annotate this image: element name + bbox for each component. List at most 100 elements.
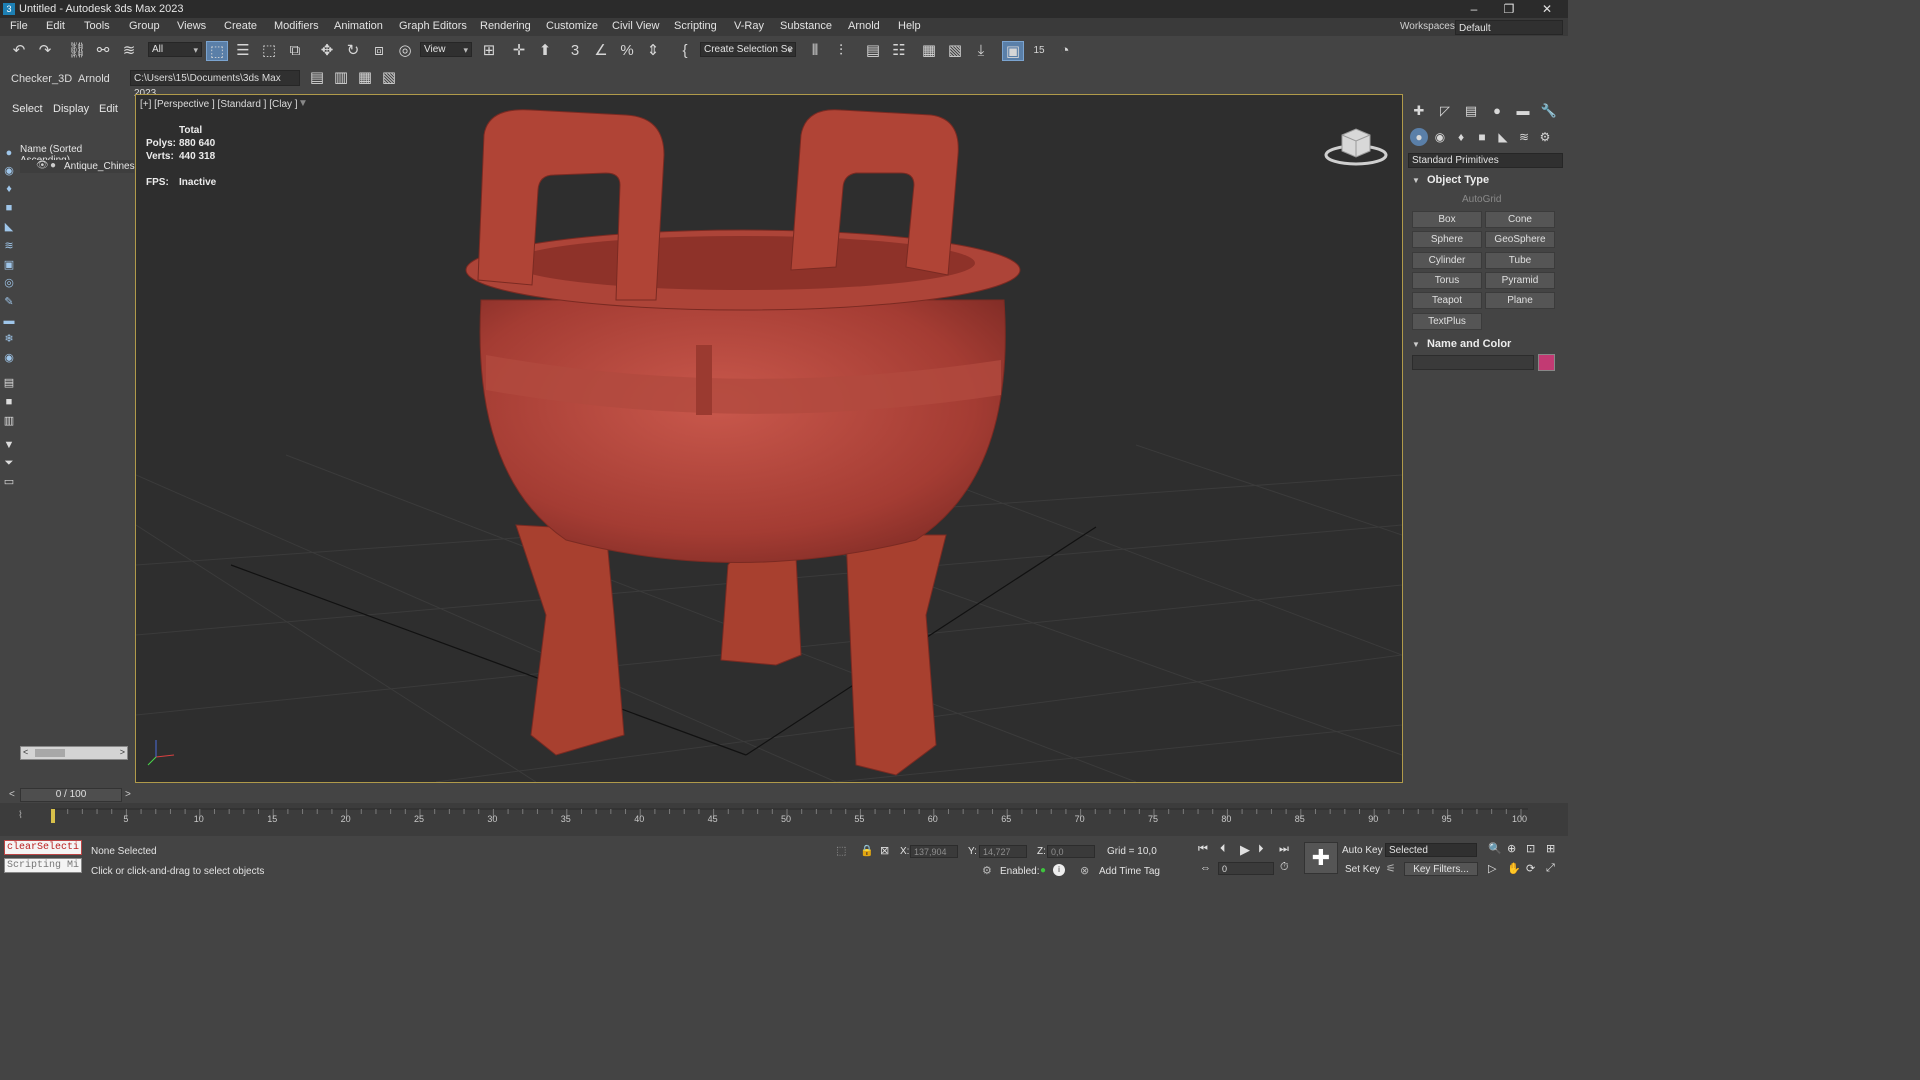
key-filter-icon[interactable]: ⚟	[1386, 862, 1396, 875]
shapes-category-icon[interactable]: ◉	[1431, 128, 1449, 146]
previous-frame-icon[interactable]: ⏴	[1220, 843, 1226, 856]
lights-category-icon[interactable]: ♦	[1452, 128, 1470, 146]
go-to-start-icon[interactable]: ⏮	[1198, 843, 1208, 856]
menu-edit[interactable]: Edit	[46, 20, 65, 32]
tube-button[interactable]: Tube	[1485, 252, 1555, 269]
torus-button[interactable]: Torus	[1412, 272, 1482, 289]
box-button[interactable]: Box	[1412, 211, 1482, 228]
pivot-center-icon[interactable]: ⊞	[478, 41, 500, 61]
filter-groups-icon[interactable]: ▣	[2, 258, 16, 272]
filter-helpers-icon[interactable]: ◣	[2, 220, 16, 234]
hierarchy-tab-icon[interactable]: ▤	[1462, 102, 1480, 120]
object-name-field[interactable]	[1412, 355, 1534, 370]
primitive-category-dropdown[interactable]: Standard Primitives	[1408, 153, 1563, 168]
menu-vray[interactable]: V-Ray	[734, 20, 764, 32]
create-tab-icon[interactable]: ✚	[1410, 102, 1428, 120]
sphere-button[interactable]: Sphere	[1412, 231, 1482, 248]
time-next-icon[interactable]: >	[125, 789, 131, 800]
enabled-dot-icon[interactable]: ●	[1040, 865, 1046, 876]
teapot-button[interactable]: Teapot	[1412, 292, 1482, 309]
visibility-eye-icon[interactable]: 👁	[36, 160, 49, 171]
info-icon[interactable]: i	[1053, 864, 1065, 876]
display-tab-icon[interactable]: ▬	[1514, 102, 1532, 120]
explorer-tab-display[interactable]: Display	[53, 103, 89, 115]
menu-tools[interactable]: Tools	[84, 20, 110, 32]
rectangular-selection-icon[interactable]: ⬚	[258, 41, 280, 61]
display-children-icon[interactable]: ▤	[2, 376, 16, 390]
absolute-mode-icon[interactable]: ⊠	[880, 844, 889, 857]
explorer-row[interactable]: 👁 ● Antique_Chinese	[20, 160, 140, 173]
scroll-thumb[interactable]	[35, 749, 65, 757]
spinner-snap-icon[interactable]: ⇕	[642, 41, 664, 61]
explorer-tab-select[interactable]: Select	[12, 103, 43, 115]
pyramid-button[interactable]: Pyramid	[1485, 272, 1555, 289]
zoom-icon[interactable]: 🔍	[1488, 842, 1502, 855]
project-path-dropdown[interactable]: C:\Users\15\Documents\3ds Max 2023	[130, 70, 300, 99]
window-crossing-icon[interactable]: ⧉	[284, 41, 306, 61]
bind-spacewarp-icon[interactable]: ≋	[118, 41, 140, 61]
rotate-icon[interactable]: ↻	[342, 41, 364, 61]
cylinder-button[interactable]: Cylinder	[1412, 252, 1482, 269]
menu-graph-editors[interactable]: Graph Editors	[399, 20, 467, 32]
filter-spacewarps-icon[interactable]: ≋	[2, 239, 16, 253]
filter-xrefs-icon[interactable]: ◎	[2, 276, 16, 290]
utilities-tab-icon[interactable]: 🔧	[1540, 102, 1558, 120]
explorer-horizontal-scrollbar[interactable]: < >	[20, 746, 128, 760]
menu-modifiers[interactable]: Modifiers	[274, 20, 319, 32]
placement-icon[interactable]: ◎	[394, 41, 416, 61]
menu-group[interactable]: Group	[129, 20, 160, 32]
filter-containers-icon[interactable]: ▬	[2, 314, 16, 328]
textplus-button[interactable]: TextPlus	[1412, 313, 1482, 330]
unlink-icon[interactable]: ⚯	[92, 41, 114, 61]
explorer-item-name[interactable]: Antique_Chinese	[64, 161, 140, 172]
object-color-swatch[interactable]	[1538, 354, 1555, 371]
display-references-icon[interactable]: ▥	[2, 414, 16, 428]
menu-customize[interactable]: Customize	[546, 20, 598, 32]
scale-icon[interactable]: ⧈	[368, 41, 390, 61]
cone-button[interactable]: Cone	[1485, 211, 1555, 228]
go-to-end-icon[interactable]: ⏭	[1279, 843, 1289, 856]
filter-funnel-icon[interactable]: ▼	[2, 438, 16, 452]
helpers-category-icon[interactable]: ◣	[1494, 128, 1512, 146]
restore-icon[interactable]: ❐	[1494, 1, 1524, 17]
menu-views[interactable]: Views	[177, 20, 206, 32]
render-frame-icon[interactable]: ◔	[1054, 41, 1076, 61]
mini-curve-editor-icon[interactable]: ⌇	[18, 810, 23, 821]
menu-rendering[interactable]: Rendering	[480, 20, 531, 32]
explorer-column-header[interactable]: Name (Sorted Ascending)	[20, 144, 132, 166]
autogrid-checkbox[interactable]: AutoGrid	[1462, 194, 1501, 205]
y-coordinate-field[interactable]: 14,727	[979, 845, 1027, 858]
toggle-ribbon-icon[interactable]: ▦	[918, 41, 940, 61]
key-mode-dropdown[interactable]: Selected	[1385, 843, 1477, 857]
reference-coordinate-dropdown[interactable]: View	[420, 42, 472, 57]
filter-shapes-icon[interactable]: ◉	[2, 164, 16, 178]
schematic-view-icon[interactable]: ⤓	[970, 41, 992, 61]
toggle-scene-explorer-icon[interactable]: ▤	[862, 41, 884, 61]
tab-arnold[interactable]: Arnold	[78, 73, 110, 85]
project-open-icon[interactable]: ▧	[378, 68, 400, 88]
minimize-icon[interactable]: –	[1459, 1, 1489, 17]
set-key-button[interactable]: Set Key	[1345, 864, 1380, 875]
perspective-viewport[interactable]: [+] [Perspective ] [Standard ] [Clay ] ▼…	[135, 94, 1403, 783]
close-icon[interactable]: ✕	[1532, 1, 1562, 17]
select-object-icon[interactable]: ⬚	[206, 41, 228, 61]
time-slider[interactable]: 0 / 100	[20, 788, 122, 802]
orbit-icon[interactable]: ⟳	[1526, 862, 1535, 875]
tab-checker-3d[interactable]: Checker_3D	[11, 73, 72, 85]
filter-geometry-icon[interactable]: ●	[2, 146, 16, 160]
material-editor-icon[interactable]: ▣	[1002, 41, 1024, 61]
move-icon[interactable]: ✥	[316, 41, 338, 61]
explorer-settings-icon[interactable]: ▭	[2, 475, 16, 489]
key-filters-button[interactable]: Key Filters...	[1404, 862, 1478, 876]
menu-civil-view[interactable]: Civil View	[612, 20, 659, 32]
modify-tab-icon[interactable]: ◸	[1436, 102, 1454, 120]
snaps-toggle-icon[interactable]: 3	[564, 41, 586, 61]
display-influences-icon[interactable]: ■	[2, 395, 16, 409]
menu-arnold[interactable]: Arnold	[848, 20, 880, 32]
explorer-tab-edit[interactable]: Edit	[99, 103, 118, 115]
menu-file[interactable]: File	[10, 20, 28, 32]
motion-tab-icon[interactable]: ●	[1488, 102, 1506, 120]
add-time-tag[interactable]: Add Time Tag	[1099, 866, 1160, 877]
keyboard-shortcut-icon[interactable]: ⬆	[534, 41, 556, 61]
viewport-label-menu[interactable]: [+] [Perspective ] [Standard ] [Clay ]	[140, 99, 298, 110]
